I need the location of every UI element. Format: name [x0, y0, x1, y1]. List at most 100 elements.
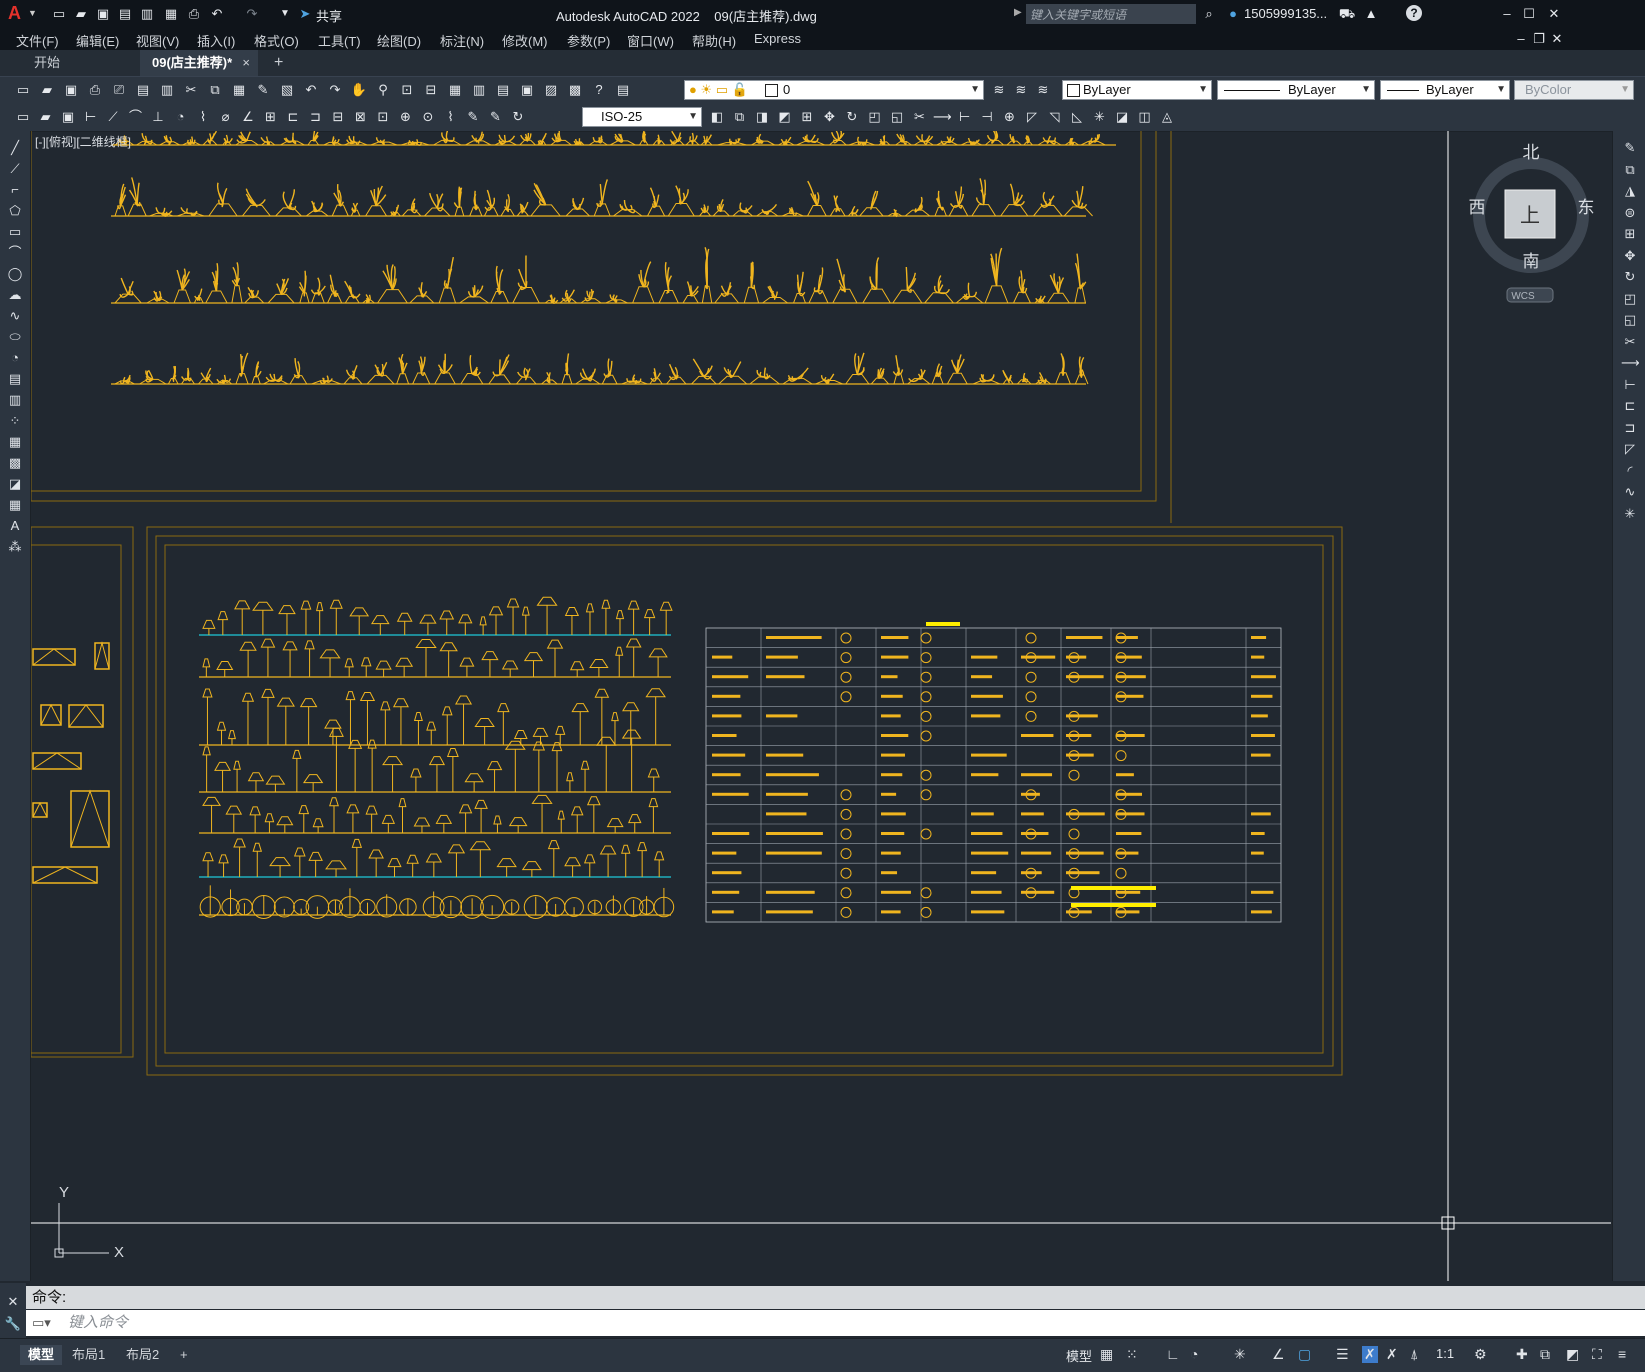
plot-icon[interactable]: ⎙ — [185, 5, 203, 23]
block-editor-icon[interactable]: ▧ — [278, 81, 296, 99]
region-icon[interactable]: ◪ — [1113, 108, 1131, 126]
menu-window[interactable]: 窗口(W) — [627, 31, 674, 50]
customization-menu-icon[interactable]: ≡ — [1618, 1346, 1626, 1362]
add-layout-button[interactable]: + — [172, 1345, 196, 1365]
construction-line-icon[interactable]: ⟋ — [6, 160, 24, 178]
viewcube-west[interactable]: 西 — [1469, 198, 1486, 218]
angular-icon[interactable]: ∠ — [239, 108, 257, 126]
trim-icon[interactable]: ✂ — [911, 108, 929, 126]
match-properties-icon[interactable]: ✎ — [254, 81, 272, 99]
zoom-window-icon[interactable]: ⊡ — [398, 81, 416, 99]
move-icon[interactable]: ✥ — [821, 108, 839, 126]
union-icon[interactable]: ◫ — [1136, 108, 1154, 126]
grid-icon[interactable]: ▦ — [1100, 1346, 1113, 1363]
erase-icon[interactable]: ✎ — [1621, 139, 1639, 157]
ddim-icon[interactable]: ▣ — [59, 108, 77, 126]
extend-icon[interactable]: ⟶ — [1621, 354, 1639, 372]
menu-parametric[interactable]: 参数(P) — [567, 31, 610, 50]
menu-express[interactable]: Express — [754, 31, 801, 46]
insert-block-icon[interactable]: ▤ — [6, 370, 24, 388]
menu-tools[interactable]: 工具(T) — [318, 31, 361, 50]
open-file-icon[interactable]: ▰ — [72, 5, 90, 23]
isolate-objects-icon[interactable]: ⧉ — [1540, 1346, 1550, 1363]
viewcube-south[interactable]: 南 — [1523, 252, 1540, 272]
quickcalc-icon[interactable]: ▩ — [566, 81, 584, 99]
3d-print-icon[interactable]: ▥ — [158, 81, 176, 99]
hardware-acceleration-icon[interactable]: ◩ — [1566, 1346, 1579, 1363]
fillet-icon[interactable]: ◹ — [1046, 108, 1064, 126]
design-center-icon[interactable]: ▥ — [470, 81, 488, 99]
tool-palettes-icon[interactable]: ▤ — [494, 81, 512, 99]
menu-insert[interactable]: 插入(I) — [197, 31, 235, 50]
customize-qat-icon[interactable]: ▼ — [276, 5, 294, 23]
command-prompt-icon[interactable]: ▭▾ — [32, 1310, 51, 1336]
osnap-tracking-icon[interactable]: ∠ — [1272, 1346, 1285, 1363]
explode-icon[interactable]: ✳ — [1621, 505, 1639, 523]
ellipse-icon[interactable]: ⬭ — [6, 328, 24, 346]
subtract-icon[interactable]: ◬ — [1158, 108, 1176, 126]
maximize-icon[interactable]: ☐ — [1520, 5, 1538, 23]
ellipse-arc-icon[interactable]: ◔ — [6, 349, 24, 367]
layer-properties-icon[interactable]: ▤ — [614, 81, 632, 99]
aligned-dim-icon[interactable]: ⟋ — [104, 108, 122, 126]
open-from-web-icon[interactable]: ▥ — [138, 5, 156, 23]
revcloud-icon[interactable]: ☁ — [6, 286, 24, 304]
tab-close-icon[interactable]: × — [242, 50, 250, 76]
multiline-text-icon[interactable]: A — [6, 517, 24, 535]
save-to-web-icon[interactable]: ▦ — [162, 5, 180, 23]
minimize-icon[interactable]: – — [1498, 5, 1516, 23]
fillet-icon[interactable]: ◜ — [1621, 462, 1639, 480]
viewcube-north[interactable]: 北 — [1523, 143, 1540, 163]
join-icon[interactable]: ⊕ — [1001, 108, 1019, 126]
menu-view[interactable]: 视图(V) — [136, 31, 179, 50]
menu-draw[interactable]: 绘图(D) — [377, 31, 421, 50]
array-icon[interactable]: ⊞ — [1621, 225, 1639, 243]
offset-icon[interactable]: ⊜ — [1621, 204, 1639, 222]
layer-make-current-icon[interactable]: ≋ — [990, 81, 1008, 99]
lineweight-dropdown[interactable]: ByLayer ▼ — [1380, 80, 1510, 100]
continue-icon[interactable]: ⊐ — [307, 108, 325, 126]
spline-icon[interactable]: ∿ — [6, 307, 24, 325]
stretch-icon[interactable]: ◱ — [1621, 311, 1639, 329]
annotation-visibility-icon[interactable]: ✗ — [1362, 1346, 1378, 1363]
dim-text-edit-icon[interactable]: ✎ — [487, 108, 505, 126]
annotation-scale-value[interactable]: 1:1 — [1436, 1346, 1454, 1361]
mirror-icon[interactable]: ◨ — [753, 108, 771, 126]
undo-icon[interactable]: ↶ — [208, 5, 226, 23]
publish-icon[interactable]: ▤ — [134, 81, 152, 99]
rectangle-icon[interactable]: ▭ — [6, 223, 24, 241]
customize-command-icon[interactable]: 🔧 — [4, 1315, 22, 1333]
search-icon[interactable]: ⌕ — [1200, 5, 1218, 23]
menu-format[interactable]: 格式(O) — [254, 31, 299, 50]
viewcube[interactable]: 上 北 南 西 东 WCS — [1469, 143, 1595, 302]
layer-match-icon[interactable]: ≋ — [1034, 81, 1052, 99]
annotation-monitor-icon[interactable]: ✚ — [1516, 1346, 1528, 1363]
offset-icon[interactable]: ◩ — [776, 108, 794, 126]
linear-dim-icon[interactable]: ⊢ — [82, 108, 100, 126]
table-icon[interactable]: ▦ — [6, 496, 24, 514]
break-icon[interactable]: ⊠ — [352, 108, 370, 126]
plotstyle-dropdown[interactable]: ByColor ▼ — [1514, 80, 1634, 100]
linetype-dropdown[interactable]: ByLayer ▼ — [1217, 80, 1375, 100]
quick-dim-icon[interactable]: ⊞ — [262, 108, 280, 126]
command-line-handle[interactable]: ✕ 🔧 — [0, 1283, 26, 1338]
new-file-icon[interactable]: ▭ — [50, 5, 68, 23]
table-icon[interactable]: ▭ — [14, 108, 32, 126]
copy-icon[interactable]: ⧉ — [1621, 161, 1639, 179]
properties-icon[interactable]: ▦ — [446, 81, 464, 99]
new-tab-button[interactable]: + — [262, 50, 292, 76]
user-icon[interactable]: ● — [1224, 5, 1242, 23]
array-icon[interactable]: ⊞ — [798, 108, 816, 126]
break-icon[interactable]: ⊏ — [1621, 397, 1639, 415]
copy-obj-icon[interactable]: ⧉ — [731, 108, 749, 126]
help-icon[interactable]: ? — [1406, 5, 1422, 21]
arc-length-icon[interactable]: ⌒ — [127, 108, 145, 126]
inspect-icon[interactable]: ⊙ — [419, 108, 437, 126]
search-box[interactable]: 键入关键字或短语 — [1026, 4, 1196, 24]
tab-layout1[interactable]: 布局1 — [64, 1345, 113, 1365]
paste-icon[interactable]: ▦ — [230, 81, 248, 99]
share-button[interactable]: 共享 — [316, 6, 342, 25]
pan-icon[interactable]: ✋ — [350, 81, 368, 99]
color-dropdown[interactable]: ByLayer ▼ — [1062, 80, 1212, 100]
tab-model[interactable]: 模型 — [20, 1345, 62, 1365]
